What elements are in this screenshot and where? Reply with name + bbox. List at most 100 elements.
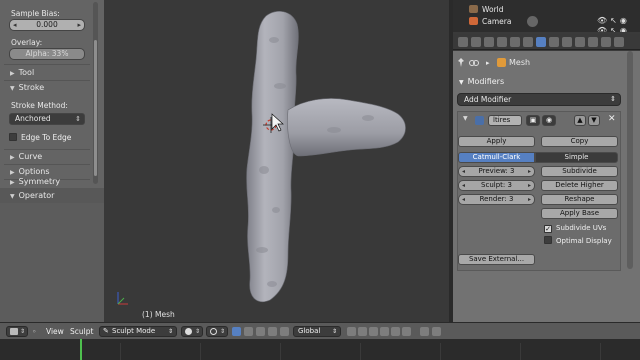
panel-tool[interactable]: ▶ Tool <box>0 65 94 80</box>
panel-stroke[interactable]: ▼ Stroke <box>0 80 94 95</box>
sample-bias-field[interactable]: ◂ 0.000 ▸ <box>9 19 85 31</box>
optimal-display-label: Optimal Display <box>556 237 612 245</box>
timeline[interactable] <box>0 339 640 360</box>
subdivide-button[interactable]: Subdivide <box>541 166 618 177</box>
subsurf-modifier-panel: ▼ ltires ▣ ◉ ▲ ▼ ✕ Apply Copy Catmull-Cl… <box>457 111 621 271</box>
modifiers-panel-header[interactable]: ▼ Modifiers <box>453 75 640 89</box>
visibility-icons[interactable]: 👁↖◉ <box>597 16 630 25</box>
apply-button[interactable]: Apply <box>458 136 535 147</box>
scene-tab-icon[interactable] <box>484 37 494 47</box>
pin-icon[interactable] <box>457 58 465 67</box>
panel-symmetry[interactable]: ▶ Symmetry <box>0 176 94 187</box>
render-layers-tab-icon[interactable] <box>471 37 481 47</box>
subsurf-modifier-icon <box>475 116 484 125</box>
apply-base-button[interactable]: Apply Base <box>541 208 618 219</box>
modifier-name-field[interactable]: ltires <box>488 115 522 126</box>
render-tab-icon[interactable] <box>458 37 468 47</box>
timeline-tick <box>280 343 281 360</box>
physics-tab-icon[interactable] <box>601 37 611 47</box>
decrement-arrow-icon[interactable]: ◂ <box>13 20 17 30</box>
modifiers-tab-icon[interactable] <box>536 37 546 47</box>
decrement-arrow-icon[interactable]: ◂ <box>462 195 465 204</box>
editor-type-selector[interactable]: ⇕ <box>6 326 28 337</box>
preview-levels-field[interactable]: ◂ Preview: 3 ▸ <box>458 166 535 177</box>
transform-orientation-select[interactable]: Global ⇕ <box>293 326 341 337</box>
viewport-shading-select[interactable]: ⇕ <box>181 326 203 337</box>
texture-tab-icon[interactable] <box>575 37 585 47</box>
triangle-right-icon: ▶ <box>10 179 15 186</box>
snap-icon[interactable] <box>432 327 441 336</box>
select-arrows-icon: ⇕ <box>219 328 225 335</box>
increment-arrow-icon[interactable]: ▸ <box>528 195 531 204</box>
copy-button[interactable]: Copy <box>541 136 618 147</box>
layer-button-icon[interactable] <box>391 327 400 336</box>
manipulator-space-icon[interactable] <box>280 327 289 336</box>
properties-scrollbar[interactable] <box>627 51 633 269</box>
outliner-row-world[interactable]: World <box>469 4 504 15</box>
manipulator-toggle-icon[interactable] <box>232 327 241 336</box>
reshape-button[interactable]: Reshape <box>541 194 618 205</box>
layer-button-icon[interactable] <box>358 327 367 336</box>
viewport-canvas[interactable] <box>104 0 449 322</box>
sculpt-mesh-arm[interactable] <box>287 98 406 157</box>
increment-arrow-icon[interactable]: ▸ <box>77 20 81 30</box>
add-modifier-dropdown[interactable]: Add Modifier ⇕ <box>457 93 621 106</box>
save-external-button[interactable]: Save External... <box>458 254 535 265</box>
rotate-manipulator-icon[interactable] <box>256 327 265 336</box>
sculpt-menu[interactable]: Sculpt <box>70 326 93 337</box>
optimal-display-checkbox[interactable]: Optimal Display <box>544 236 612 246</box>
delete-higher-button[interactable]: Delete Higher <box>541 180 618 191</box>
layer-button-icon[interactable] <box>380 327 389 336</box>
decrement-arrow-icon[interactable]: ◂ <box>462 167 465 176</box>
move-down-icon[interactable]: ▼ <box>588 115 600 126</box>
visibility-icons-next-row[interactable]: 👁↖◉ <box>597 26 630 32</box>
data-tab-icon[interactable] <box>549 37 559 47</box>
tool-shelf-scrollbar-thumb[interactable] <box>94 40 97 176</box>
constraints-tab-icon[interactable] <box>523 37 533 47</box>
timeline-tick <box>360 343 361 360</box>
subdivide-uvs-checkbox[interactable]: ✓ Subdivide UVs <box>544 223 606 233</box>
camera-data-icon[interactable] <box>527 16 538 27</box>
stroke-method-select[interactable]: Anchored ⇕ <box>9 113 85 125</box>
render-levels-field[interactable]: ◂ Render: 3 ▸ <box>458 194 535 205</box>
catmull-clark-label: Catmull-Clark <box>472 153 521 161</box>
panel-operator[interactable]: ▼ Operator <box>0 188 104 203</box>
sculpt-levels-field[interactable]: ◂ Sculpt: 3 ▸ <box>458 180 535 191</box>
timeline-tick <box>440 343 441 360</box>
translate-manipulator-icon[interactable] <box>244 327 253 336</box>
layer-button-icon[interactable] <box>347 327 356 336</box>
extra-tab-icon[interactable] <box>614 37 624 47</box>
material-tab-icon[interactable] <box>562 37 572 47</box>
viewport-visibility-icon[interactable]: ◉ <box>542 115 556 126</box>
panel-tool-label: Tool <box>18 68 35 77</box>
collapse-triangle-icon[interactable]: ▼ <box>463 115 468 122</box>
timeline-frame-cursor[interactable] <box>80 339 82 360</box>
panel-curve[interactable]: ▶ Curve <box>0 149 94 164</box>
outliner-row-camera[interactable]: Camera <box>469 16 538 27</box>
3d-viewport[interactable]: (1) Mesh <box>104 0 449 322</box>
simple-option[interactable]: Simple <box>535 152 618 163</box>
mode-select[interactable]: ✎ Sculpt Mode ⇕ <box>99 326 177 337</box>
particles-tab-icon[interactable] <box>588 37 598 47</box>
panel-stroke-label: Stroke <box>18 83 45 92</box>
close-icon[interactable]: ✕ <box>608 114 616 124</box>
scale-manipulator-icon[interactable] <box>268 327 277 336</box>
layer-button-icon[interactable] <box>402 327 411 336</box>
render-toggle-icon[interactable]: ▣ <box>526 115 540 126</box>
edge-to-edge-checkbox[interactable]: Edge To Edge <box>9 133 71 143</box>
pivot-point-select[interactable]: ⇕ <box>206 326 228 337</box>
render-preview-icon[interactable] <box>420 327 429 336</box>
overlay-alpha-slider[interactable]: Alpha: 33% <box>9 48 85 60</box>
decrement-arrow-icon[interactable]: ◂ <box>462 181 465 190</box>
move-up-icon[interactable]: ▲ <box>574 115 586 126</box>
increment-arrow-icon[interactable]: ▸ <box>528 167 531 176</box>
collapse-menu-icon[interactable]: ◦ <box>32 326 36 337</box>
increment-arrow-icon[interactable]: ▸ <box>528 181 531 190</box>
view-menu[interactable]: View <box>46 326 64 337</box>
world-tab-icon[interactable] <box>497 37 507 47</box>
outliner-row-label: World <box>482 5 504 14</box>
layer-button-icon[interactable] <box>369 327 378 336</box>
catmull-clark-option[interactable]: Catmull-Clark <box>458 152 535 163</box>
sculpt-mesh-stem[interactable] <box>246 11 299 302</box>
object-tab-icon[interactable] <box>510 37 520 47</box>
